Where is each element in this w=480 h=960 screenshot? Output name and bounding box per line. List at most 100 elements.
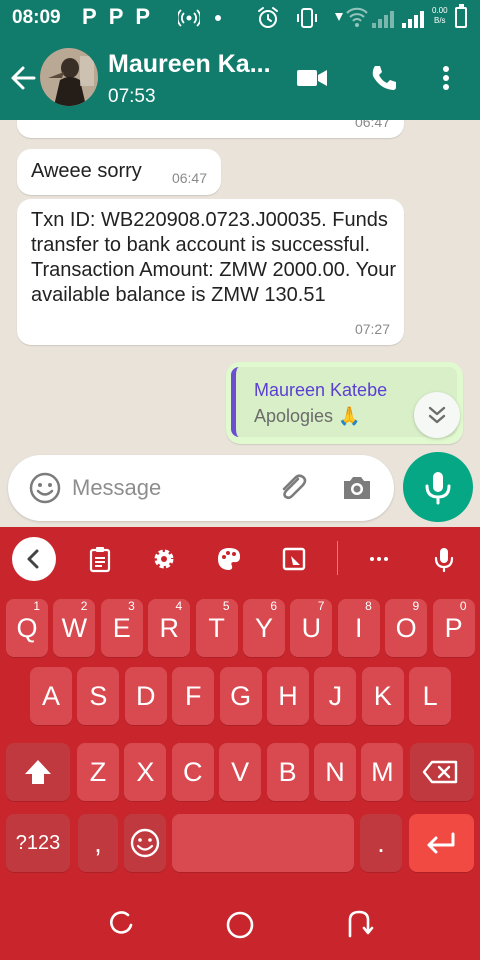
message-text: … [31, 120, 49, 125]
key-x[interactable]: X [124, 743, 167, 801]
key-k-label: K [373, 681, 392, 711]
data-arrows-icon [335, 13, 343, 21]
key-g[interactable]: G [219, 667, 262, 725]
network-speed: 0.00 B/s [432, 6, 448, 26]
quoted-sender: Maureen Katebe [254, 380, 388, 400]
contact-name[interactable]: Maureen Ka... [108, 50, 271, 79]
message-bubble-incoming[interactable]: Txn ID: WB220908.0723.J00035. Funds tran… [17, 199, 404, 345]
key-w[interactable]: W2 [53, 599, 96, 657]
key-y[interactable]: Y6 [243, 599, 285, 657]
back-arrow-icon[interactable] [8, 60, 38, 96]
home-icon[interactable] [225, 910, 255, 940]
wifi-icon [346, 7, 368, 27]
p-notification-icon: P [108, 4, 124, 29]
voice-record-button[interactable] [403, 452, 473, 522]
battery-icon [455, 4, 467, 28]
emoji-icon[interactable] [28, 471, 62, 505]
key-l[interactable]: L [409, 667, 452, 725]
key-l-label: L [422, 681, 438, 711]
key-d[interactable]: D [124, 667, 167, 725]
palette-icon[interactable] [215, 545, 243, 573]
clipboard-icon[interactable] [86, 545, 114, 573]
period-key-label: . [377, 828, 385, 858]
shift-icon [25, 760, 51, 784]
key-c[interactable]: C [171, 743, 214, 801]
camera-icon[interactable] [340, 471, 374, 505]
key-o[interactable]: O9 [385, 599, 428, 657]
enter-key[interactable] [409, 814, 474, 872]
attach-icon[interactable] [274, 469, 310, 505]
keyboard-collapse-button[interactable] [12, 537, 56, 581]
back-icon[interactable] [344, 908, 374, 940]
key-n[interactable]: N [314, 743, 356, 801]
contact-subtitle: 07:53 [108, 86, 156, 107]
key-k[interactable]: K [361, 667, 404, 725]
avatar-photo-icon [40, 48, 98, 106]
quoted-text: Apologies 🙏 [254, 406, 361, 426]
key-t[interactable]: T5 [195, 599, 238, 657]
mic-icon [425, 472, 451, 505]
notification-icons: P P P [82, 5, 150, 29]
status-time: 08:09 [12, 7, 61, 28]
key-h[interactable]: H [267, 667, 309, 725]
message-text: Aweee sorry [31, 160, 142, 182]
key-p[interactable]: P0 [432, 599, 475, 657]
key-q[interactable]: Q1 [6, 599, 48, 657]
recents-icon[interactable] [106, 910, 136, 940]
more-horiz-icon[interactable] [365, 545, 393, 573]
scroll-to-bottom-button[interactable] [414, 392, 460, 438]
key-hint: 4 [175, 599, 183, 613]
alarm-icon [258, 7, 278, 28]
key-hint: 6 [270, 599, 277, 613]
key-e[interactable]: E3 [100, 599, 143, 657]
key-f[interactable]: F [172, 667, 215, 725]
message-composer [8, 455, 394, 521]
key-z-label: Z [89, 757, 107, 787]
message-text: Txn ID: WB220908.0723.J00035. Funds tran… [31, 209, 397, 306]
video-call-icon[interactable] [294, 60, 330, 96]
settings-icon[interactable] [150, 545, 178, 573]
resize-icon[interactable] [280, 545, 308, 573]
key-v-label: V [231, 757, 250, 787]
key-n-label: N [325, 757, 345, 787]
key-x-label: X [136, 757, 155, 787]
avatar[interactable] [40, 48, 98, 106]
key-v[interactable]: V [219, 743, 262, 801]
message-bubble-incoming[interactable]: Aweee sorry 06:47 [17, 149, 221, 195]
key-q-label: Q [16, 613, 38, 643]
navigation-bar [0, 880, 480, 960]
key-s[interactable]: S [77, 667, 120, 725]
message-input[interactable] [72, 469, 262, 507]
shift-key[interactable] [6, 743, 70, 801]
key-hint: 2 [80, 599, 88, 613]
key-a[interactable]: A [30, 667, 72, 725]
phone-icon[interactable] [366, 60, 402, 96]
p-notification-icon: P [135, 4, 151, 29]
key-s-label: S [89, 681, 108, 711]
signal-icon [372, 11, 394, 28]
emoji-key[interactable] [124, 814, 166, 872]
symbols-key[interactable]: ?123 [6, 814, 70, 872]
key-z[interactable]: Z [77, 743, 119, 801]
key-b[interactable]: B [266, 743, 309, 801]
chat-header: Maureen Ka... 07:53 [0, 36, 480, 120]
hotspot-icon [178, 9, 200, 27]
key-i[interactable]: I8 [337, 599, 380, 657]
backspace-key[interactable] [410, 743, 474, 801]
comma-key[interactable]: , [78, 814, 118, 872]
mic-icon[interactable] [430, 545, 458, 573]
message-bubble-incoming[interactable]: … 06:47 [17, 120, 404, 138]
space-key[interactable] [172, 814, 354, 872]
key-j[interactable]: J [314, 667, 357, 725]
more-vert-icon[interactable] [428, 60, 464, 96]
key-m[interactable]: M [361, 743, 404, 801]
key-hint: 1 [33, 599, 40, 613]
period-key[interactable]: . [360, 814, 402, 872]
comma-key-label: , [94, 828, 102, 858]
key-c-label: C [183, 757, 203, 787]
key-o-label: O [395, 613, 417, 643]
key-r-label: R [159, 613, 179, 643]
key-r[interactable]: R4 [148, 599, 191, 657]
key-u[interactable]: U7 [290, 599, 333, 657]
chat-area[interactable]: … 06:47 Aweee sorry 06:47 Txn ID: WB2209… [0, 120, 480, 450]
